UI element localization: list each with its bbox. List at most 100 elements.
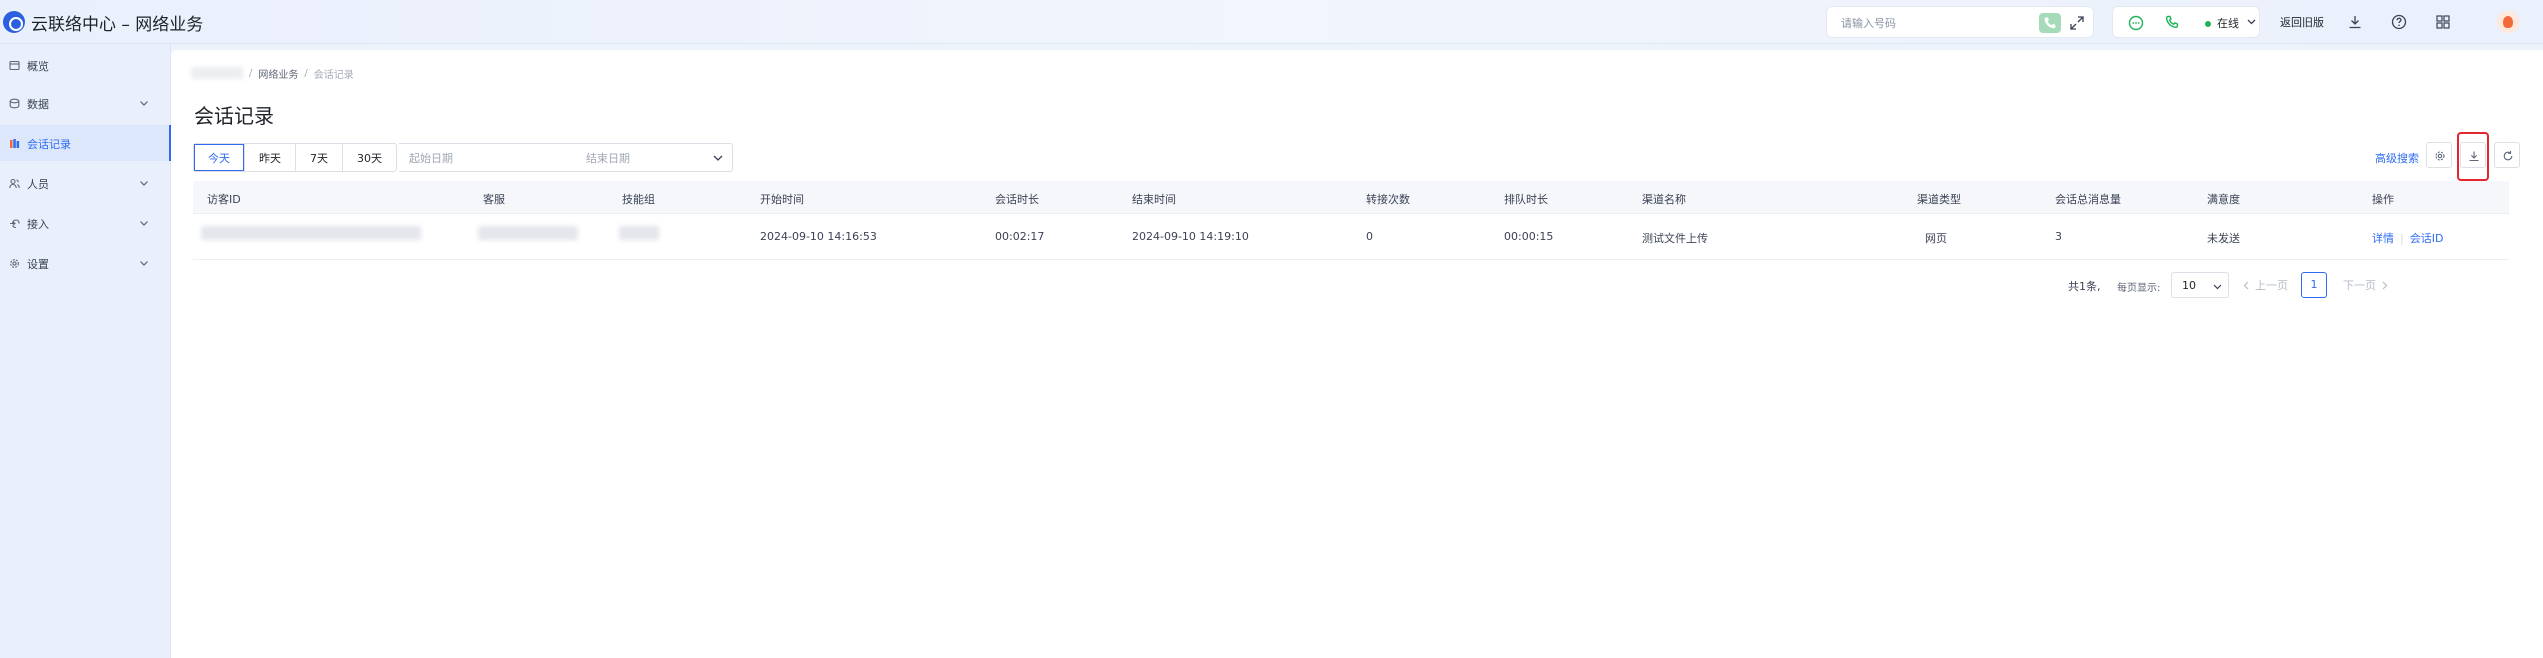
prev-page-button[interactable]: 上一页 — [2235, 272, 2295, 298]
chevron-down-icon — [140, 101, 148, 106]
sidebar-item-settings[interactable]: 设置 — [0, 245, 171, 281]
pagination-total: 共1条, — [2068, 280, 2101, 293]
sidebar-item-session-records[interactable]: 会话记录 — [0, 125, 171, 161]
chevron-down-icon — [140, 261, 148, 266]
page-size-label: 每页显示: — [2117, 283, 2161, 294]
chevron-down-icon — [140, 221, 148, 226]
breadcrumb-item[interactable]: 网络业务 — [258, 66, 298, 81]
expand-icon — [2070, 16, 2084, 30]
cell-start-time: 2024-09-10 14:16:53 — [760, 230, 877, 243]
column-header: 会话总消息量 — [2055, 193, 2121, 206]
column-header: 满意度 — [2207, 193, 2240, 206]
cell-actions: 详情 | 会话ID — [2372, 232, 2444, 245]
breadcrumb-current: 会话记录 — [313, 69, 354, 81]
advanced-search-link[interactable]: 高级搜索 — [2375, 150, 2419, 166]
tab-7-days[interactable]: 7天 — [296, 144, 343, 171]
access-icon — [10, 219, 20, 229]
column-header: 渠道名称 — [1642, 193, 1686, 206]
cell-end-time: 2024-09-10 14:19:10 — [1132, 230, 1249, 243]
page-number-1[interactable]: 1 — [2301, 272, 2327, 298]
call-button[interactable] — [2039, 13, 2061, 33]
session-id-link[interactable]: 会话ID — [2410, 232, 2444, 245]
main-content: / 网络业务 / 会话记录 会话记录 今天 昨天 7天 30天 高级搜索 访客I… — [171, 50, 2543, 658]
data-icon — [9, 98, 20, 109]
tab-yesterday[interactable]: 昨天 — [245, 144, 296, 171]
app-title: 云联络中心 – 网络业务 — [31, 14, 204, 35]
chevron-down-icon — [140, 181, 148, 186]
annotation-highlight — [2457, 132, 2489, 181]
agent-status-panel: 在线 — [2112, 6, 2260, 38]
sidebar-item-overview[interactable]: 概览 — [0, 47, 171, 83]
session-records-table: 访客ID 客服 技能组 开始时间 会话时长 结束时间 转接次数 排队时长 渠道名… — [193, 181, 2509, 260]
online-dot — [2205, 21, 2211, 27]
breadcrumb-redacted — [191, 67, 243, 79]
expand-button[interactable] — [2067, 13, 2087, 33]
refresh-button[interactable] — [2494, 142, 2520, 168]
phone-status-icon[interactable] — [2163, 14, 2181, 32]
people-icon — [9, 178, 20, 189]
sidebar-item-people[interactable]: 人员 — [0, 165, 171, 201]
column-header: 结束时间 — [1132, 193, 1176, 206]
column-header: 渠道类型 — [1917, 193, 1961, 206]
tab-30-days[interactable]: 30天 — [343, 144, 396, 171]
overview-icon — [9, 60, 20, 71]
refresh-icon — [2503, 151, 2513, 161]
settings-icon — [10, 259, 19, 268]
chevron-right-icon — [2382, 281, 2388, 289]
next-page-button[interactable]: 下一页 — [2333, 272, 2399, 298]
chevron-down-icon[interactable] — [712, 152, 724, 164]
detail-link[interactable]: 详情 — [2372, 232, 2394, 245]
table-row: 2024-09-10 14:16:53 00:02:17 2024-09-10 … — [193, 214, 2509, 260]
start-date-input[interactable] — [409, 150, 529, 166]
page-size-value: 10 — [2182, 279, 2196, 292]
sidebar-item-data[interactable]: 数据 — [0, 85, 171, 121]
back-to-old-version-link[interactable]: 返回旧版 — [2280, 14, 2324, 30]
column-header: 访客ID — [207, 193, 241, 206]
column-header: 技能组 — [622, 193, 655, 206]
logo-icon — [3, 11, 25, 33]
sidebar: 概览 数据 会话记录 人员 接入 设置 — [0, 44, 171, 658]
breadcrumb: / 网络业务 / 会话记录 — [191, 65, 354, 81]
brand: 云联络中心 – 网络业务 — [0, 7, 203, 37]
apps-grid-icon[interactable] — [2434, 13, 2452, 31]
chevron-left-icon — [2243, 281, 2249, 289]
user-avatar[interactable] — [2497, 11, 2519, 33]
cell-message-count: 3 — [2055, 230, 2062, 243]
column-header: 会话时长 — [995, 193, 1039, 206]
chevron-down-icon — [2213, 284, 2222, 290]
sidebar-item-access[interactable]: 接入 — [0, 205, 171, 241]
top-header: 云联络中心 – 网络业务 在线 返回旧版 — [0, 0, 2543, 44]
cell-channel-name: 测试文件上传 — [1642, 232, 1708, 245]
agent-status-select[interactable]: 在线 — [2217, 15, 2239, 31]
cell-duration: 00:02:17 — [995, 230, 1045, 243]
cell-queue-time: 00:00:15 — [1504, 230, 1554, 243]
cell-channel-type: 网页 — [1925, 232, 1947, 245]
help-icon[interactable] — [2390, 13, 2408, 31]
phone-icon — [2044, 17, 2056, 29]
table-header: 访客ID 客服 技能组 开始时间 会话时长 结束时间 转接次数 排队时长 渠道名… — [193, 181, 2509, 214]
column-settings-button[interactable] — [2426, 142, 2452, 168]
cell-transfers: 0 — [1366, 230, 1373, 243]
cell-satisfaction: 未发送 — [2207, 232, 2240, 245]
skill-group-redacted — [619, 226, 659, 240]
dial-panel — [1826, 6, 2094, 38]
tab-today[interactable]: 今天 — [194, 144, 245, 171]
chat-icon[interactable] — [2127, 14, 2145, 32]
agent-redacted — [478, 226, 578, 240]
sidebar-item-label: 人员 — [27, 178, 49, 191]
end-date-input[interactable] — [586, 150, 706, 166]
sidebar-item-label: 接入 — [27, 218, 49, 231]
sidebar-item-label: 数据 — [27, 98, 49, 111]
chevron-down-icon — [2247, 19, 2256, 25]
column-header: 转接次数 — [1366, 193, 1410, 206]
column-header: 操作 — [2372, 193, 2394, 206]
header-actions: 返回旧版 — [2280, 0, 2478, 44]
records-icon — [10, 139, 20, 148]
phone-number-input[interactable] — [1841, 13, 2041, 33]
sidebar-item-label: 设置 — [27, 258, 49, 271]
column-header: 排队时长 — [1504, 193, 1548, 206]
gear-icon — [2435, 151, 2445, 161]
column-header: 客服 — [483, 193, 505, 206]
page-size-select[interactable]: 10 — [2171, 272, 2229, 298]
download-icon[interactable] — [2346, 13, 2364, 31]
